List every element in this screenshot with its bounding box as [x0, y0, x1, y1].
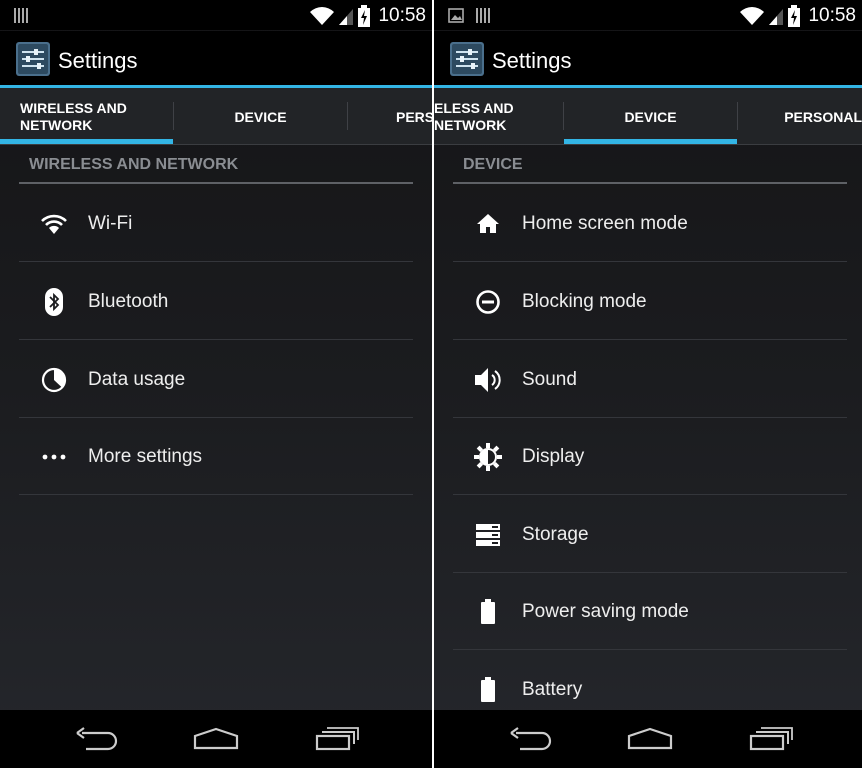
status-bar: 10:58	[0, 0, 432, 30]
battery-charging-icon	[358, 4, 371, 27]
more-icon	[36, 439, 72, 475]
list-divider	[453, 494, 847, 495]
section-header: WIRELESS AND NETWORK	[29, 156, 239, 173]
recent-apps-button[interactable]	[313, 723, 361, 755]
tab-bar: ELESS AND NETWORK DEVICE PERSONAL	[434, 88, 862, 145]
list-item-label: Display	[522, 445, 585, 467]
back-button[interactable]	[72, 723, 120, 755]
home-nav-icon	[627, 727, 673, 750]
list-item-label: Wi-Fi	[88, 212, 133, 234]
tab-personal[interactable]: PERSONAL	[738, 88, 862, 145]
tab-bar-divider	[434, 144, 862, 145]
page-title: Settings	[492, 48, 572, 73]
recent-apps-button[interactable]	[747, 723, 795, 755]
list-item-bluetooth[interactable]: Bluetooth	[19, 263, 413, 340]
list-divider	[453, 649, 847, 650]
list-item-display[interactable]: Display	[453, 418, 847, 495]
list-divider	[453, 339, 847, 340]
barcode-notification-icon	[476, 8, 490, 23]
battery-icon	[470, 594, 506, 630]
list-item-label: Power saving mode	[522, 600, 689, 622]
clock: 10:58	[808, 4, 856, 26]
list-item-label: Home screen mode	[522, 212, 688, 234]
blocking-icon	[470, 284, 506, 320]
tab-personal[interactable]: PERS	[396, 88, 432, 145]
list-divider	[453, 261, 847, 262]
list-divider	[19, 261, 413, 262]
list-item-label: Storage	[522, 523, 589, 545]
bluetooth-icon	[36, 284, 72, 320]
clock: 10:58	[378, 4, 426, 26]
list-divider	[19, 339, 413, 340]
barcode-notification-icon	[14, 8, 28, 23]
right-screen: 10:58 Settings ELESS AND NETWORK DEVICE …	[434, 0, 862, 768]
cell-signal-icon	[769, 8, 784, 25]
list-item-blocking-mode[interactable]: Blocking mode	[453, 263, 847, 340]
wifi-icon	[36, 206, 72, 242]
section-header: DEVICE	[463, 156, 523, 173]
action-bar: Settings	[0, 31, 432, 86]
list-item-label: More settings	[88, 445, 203, 467]
list-item-wifi[interactable]: Wi-Fi	[19, 185, 413, 262]
navigation-bar	[0, 710, 432, 768]
brightness-icon	[470, 439, 506, 475]
cell-signal-icon	[339, 8, 354, 25]
wifi-signal-icon	[310, 6, 335, 25]
wifi-signal-icon	[740, 6, 765, 25]
recent-apps-icon	[749, 727, 793, 751]
left-screen: 10:58 Settings WIRELESS AND NETWORK DEVI…	[0, 0, 432, 768]
recent-apps-icon	[315, 727, 359, 751]
list-item-label: Sound	[522, 368, 577, 390]
tab-wireless-and-network[interactable]: ELESS AND NETWORK	[434, 100, 522, 134]
back-icon	[76, 727, 118, 751]
list-item-data-usage[interactable]: Data usage	[19, 341, 413, 418]
list-item-more-settings[interactable]: More settings	[19, 418, 413, 495]
home-button[interactable]	[192, 723, 240, 755]
list-item-storage[interactable]: Storage	[453, 496, 847, 573]
list-item-label: Blocking mode	[522, 290, 647, 312]
tab-wireless-and-network[interactable]: WIRELESS AND NETWORK	[20, 100, 135, 134]
speaker-icon	[470, 362, 506, 398]
tab-separator	[347, 102, 348, 130]
list-divider	[19, 494, 413, 495]
list-item-label: Bluetooth	[88, 290, 169, 312]
section-header-rule	[19, 182, 413, 184]
list-item-home-screen-mode[interactable]: Home screen mode	[453, 185, 847, 262]
tab-bar-divider	[0, 144, 432, 145]
section-header-rule	[453, 182, 847, 184]
list-item-label: Data usage	[88, 368, 186, 390]
list-item-power-saving-mode[interactable]: Power saving mode	[453, 573, 847, 650]
settings-app-icon[interactable]	[450, 42, 484, 76]
status-bar: 10:58	[434, 0, 862, 30]
tab-device[interactable]: DEVICE	[564, 88, 737, 145]
data-usage-icon	[36, 362, 72, 398]
settings-app-icon[interactable]	[16, 42, 50, 76]
action-bar: Settings	[434, 31, 862, 86]
navigation-bar	[434, 710, 862, 768]
page-title: Settings	[58, 48, 138, 73]
storage-icon	[470, 517, 506, 553]
tab-device[interactable]: DEVICE	[174, 88, 347, 145]
tab-bar: WIRELESS AND NETWORK DEVICE PERS	[0, 88, 432, 145]
battery-icon	[470, 672, 506, 708]
home-nav-icon	[193, 727, 239, 750]
battery-charging-icon	[788, 4, 801, 27]
gallery-notification-icon	[448, 8, 464, 23]
home-icon	[470, 206, 506, 242]
home-button[interactable]	[626, 723, 674, 755]
list-item-sound[interactable]: Sound	[453, 341, 847, 418]
list-item-label: Battery	[522, 678, 583, 700]
back-button[interactable]	[506, 723, 554, 755]
back-icon	[510, 727, 552, 751]
